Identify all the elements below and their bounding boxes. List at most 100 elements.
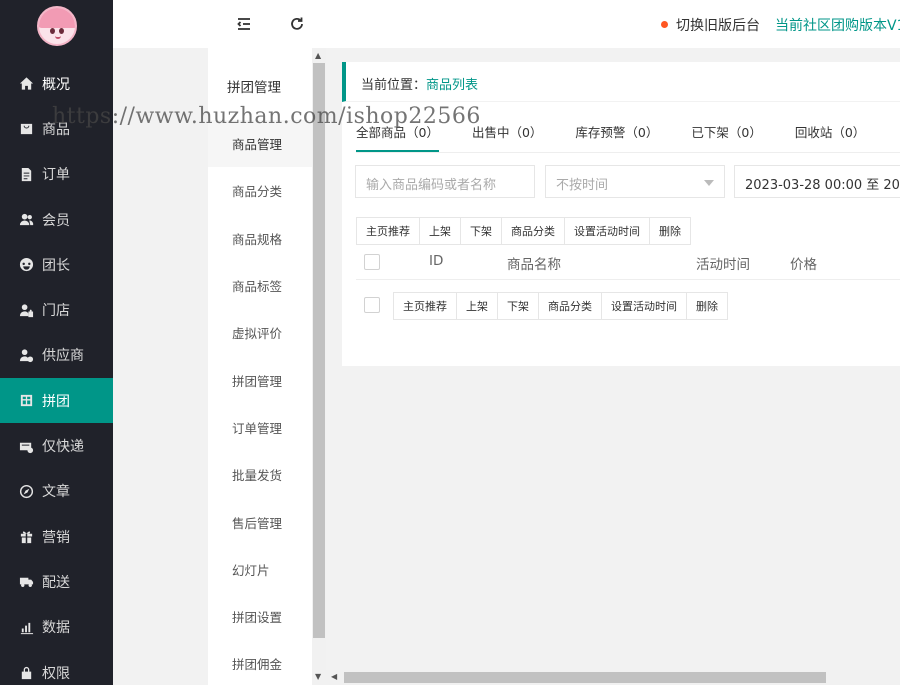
version-text: 当前社区团购版本V14 <box>775 18 900 34</box>
sidebar-item-8[interactable]: 仅快递 <box>0 423 113 468</box>
submenu-item-0[interactable]: 商品管理 <box>208 120 312 168</box>
lock-icon <box>18 665 34 681</box>
breadcrumb-prefix: 当前位置： <box>361 78 427 93</box>
document-icon <box>18 166 34 182</box>
sidebar-item-7[interactable]: 拼团 <box>0 378 113 424</box>
column-product-name: 商品名称 <box>507 257 561 273</box>
action-button-4[interactable]: 设置活动时间 <box>565 218 650 244</box>
breadcrumb-current[interactable]: 商品列表 <box>426 78 478 93</box>
switch-old-admin-link[interactable]: 切换旧版后台 <box>661 15 760 35</box>
sub-menu: 拼团管理 商品管理 商品分类 商品规格 商品标签 虚拟评价 拼团管理 订单管理 批量发货 售后管… <box>208 48 312 685</box>
tab-4[interactable]: 回收站（0） <box>795 122 865 152</box>
gift-icon <box>18 529 34 545</box>
time-filter-select[interactable]: 不按时间 <box>545 165 725 198</box>
submenu-item-5[interactable]: 拼团管理 <box>208 356 312 403</box>
sidebar-item-1[interactable]: 商品 <box>0 106 113 151</box>
sidebar-item-3[interactable]: 会员 <box>0 197 113 242</box>
action-button-0[interactable]: 主页推荐 <box>357 218 420 244</box>
horizontal-scrollbar[interactable]: ◀ <box>326 670 900 685</box>
sidebar-item-label: 营销 <box>42 529 70 546</box>
scroll-down-icon[interactable]: ▼ <box>315 672 321 681</box>
date-range-input[interactable]: 2023-03-28 00:00 至 2023- <box>734 165 900 198</box>
logo <box>0 0 113 52</box>
sidebar-item-12[interactable]: 数据 <box>0 605 113 650</box>
action-button-3[interactable]: 商品分类 <box>539 293 602 319</box>
home-icon <box>18 76 34 92</box>
sidebar-item-label: 权限 <box>42 665 70 682</box>
menu-collapse-icon[interactable] <box>234 14 254 34</box>
action-button-4[interactable]: 设置活动时间 <box>602 293 687 319</box>
compass-icon <box>18 483 34 499</box>
submenu-item-2[interactable]: 商品规格 <box>208 215 312 262</box>
time-filter-value: 不按时间 <box>556 178 609 193</box>
sidebar-item-2[interactable]: 订单 <box>0 152 113 197</box>
action-button-5[interactable]: 删除 <box>650 218 690 244</box>
action-button-3[interactable]: 商品分类 <box>502 218 565 244</box>
avatar <box>36 6 77 46</box>
submenu-item-8[interactable]: 售后管理 <box>208 498 312 545</box>
column-activity-time: 活动时间 <box>696 257 750 273</box>
select-all-checkbox[interactable] <box>364 254 380 270</box>
bottom-select-all-checkbox[interactable] <box>364 297 380 313</box>
switch-old-admin-label: 切换旧版后台 <box>676 18 760 34</box>
top-header: 切换旧版后台 当前社区团购版本V14 <box>113 0 900 48</box>
chevron-down-icon <box>704 180 714 186</box>
sidebar-item-label: 订单 <box>42 167 70 184</box>
sidebar-item-6[interactable]: 供应商 <box>0 333 113 378</box>
submenu-item-10[interactable]: 拼团设置 <box>208 593 312 640</box>
scroll-left-icon[interactable]: ◀ <box>331 672 337 681</box>
tab-1[interactable]: 出售中（0） <box>472 122 542 152</box>
delivery-box-icon <box>18 438 34 454</box>
headset-icon <box>18 257 34 273</box>
sidebar-item-5[interactable]: 门店 <box>0 287 113 332</box>
bottom-action-buttons: 主页推荐 上架 下架 商品分类 设置活动时间 删除 <box>393 292 728 320</box>
sidebar-item-label: 文章 <box>42 484 70 501</box>
action-button-1[interactable]: 上架 <box>457 293 498 319</box>
submenu-item-4[interactable]: 虚拟评价 <box>208 309 312 356</box>
search-input[interactable]: 输入商品编码或者名称 <box>355 165 535 198</box>
breadcrumb: 当前位置：商品列表 <box>342 62 900 102</box>
tab-3[interactable]: 已下架（0） <box>691 122 761 152</box>
submenu-item-3[interactable]: 商品标签 <box>208 262 312 309</box>
action-button-1[interactable]: 上架 <box>420 218 461 244</box>
tab-2[interactable]: 库存预警（0） <box>575 122 658 152</box>
action-button-0[interactable]: 主页推荐 <box>394 293 457 319</box>
submenu-item-6[interactable]: 订单管理 <box>208 404 312 451</box>
submenu-scrollbar[interactable]: ▲ ▼ <box>312 48 326 685</box>
top-action-buttons: 主页推荐 上架 下架 商品分类 设置活动时间 删除 <box>356 217 691 245</box>
submenu-item-9[interactable]: 幻灯片 <box>208 546 312 593</box>
action-button-2[interactable]: 下架 <box>461 218 502 244</box>
sidebar-item-9[interactable]: 文章 <box>0 469 113 514</box>
action-button-2[interactable]: 下架 <box>498 293 539 319</box>
sidebar-item-0[interactable]: 概况 <box>0 61 113 106</box>
users-icon <box>18 212 34 228</box>
status-tabs: 全部商品（0） 出售中（0） 库存预警（0） 已下架（0） 回收站（0） <box>356 122 898 152</box>
table-grid-icon <box>18 393 34 409</box>
submenu-item-7[interactable]: 批量发货 <box>208 451 312 498</box>
refresh-icon[interactable] <box>287 14 307 34</box>
sidebar-item-label: 门店 <box>42 303 70 320</box>
action-button-5[interactable]: 删除 <box>687 293 727 319</box>
truck-icon <box>18 574 34 590</box>
sidebar-item-label: 团长 <box>42 257 70 274</box>
tab-0[interactable]: 全部商品（0） <box>356 122 439 152</box>
column-price: 价格 <box>790 257 817 273</box>
sidebar-item-label: 供应商 <box>42 348 84 365</box>
scrollbar-thumb[interactable] <box>313 63 325 638</box>
submenu-item-1[interactable]: 商品分类 <box>208 167 312 214</box>
product-list-panel: 当前位置：商品列表 全部商品（0） 出售中（0） 库存预警（0） 已下架（0） 回收站（… <box>342 62 900 366</box>
supplier-icon <box>18 347 34 363</box>
sidebar-item-11[interactable]: 配送 <box>0 559 113 604</box>
sidebar-item-label: 数据 <box>42 620 70 637</box>
status-dot <box>661 20 668 28</box>
sidebar-item-label: 商品 <box>42 121 70 138</box>
sidebar-item-10[interactable]: 营销 <box>0 514 113 559</box>
column-id: ID <box>429 253 444 269</box>
table-header: ID 商品名称 活动时间 价格 <box>356 245 900 280</box>
horizontal-scrollbar-thumb[interactable] <box>344 672 826 683</box>
scroll-up-icon[interactable]: ▲ <box>315 51 321 60</box>
submenu-item-11[interactable]: 拼团佣金 <box>208 640 312 685</box>
sidebar-item-4[interactable]: 团长 <box>0 242 113 287</box>
sidebar-item-13[interactable]: 权限 <box>0 650 113 685</box>
sidebar-item-label: 拼团 <box>42 393 70 410</box>
